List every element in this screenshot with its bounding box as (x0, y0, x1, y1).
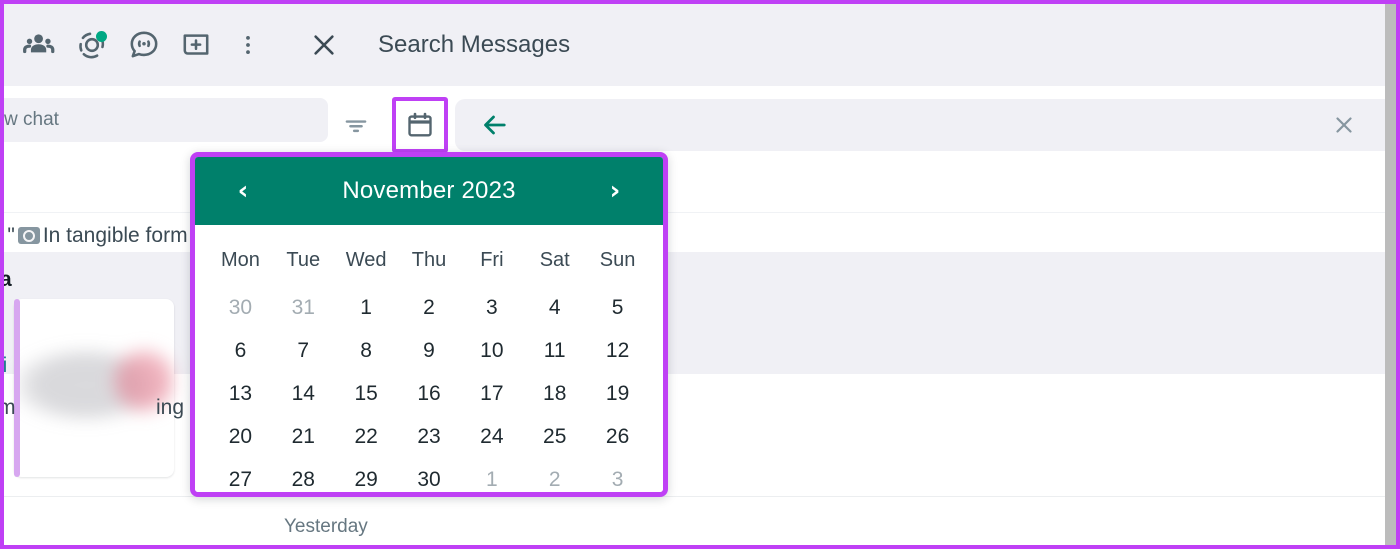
calendar-day-cell[interactable]: 21 (272, 415, 335, 458)
calendar-day-cell[interactable]: 28 (272, 458, 335, 497)
calendar-day-cell[interactable]: 23 (398, 415, 461, 458)
search-input-value: w chat (4, 109, 59, 131)
calendar-week-row: 303112345 (209, 286, 649, 329)
calendar-next-month-button[interactable]: › (595, 178, 635, 204)
calendar-day-cell[interactable]: 24 (460, 415, 523, 458)
calendar-day-cell[interactable]: 9 (398, 329, 461, 372)
calendar-week-row: 6789101112 (209, 329, 649, 372)
calendar-day-cell[interactable]: 6 (209, 329, 272, 372)
calendar-day-cell[interactable]: 30 (209, 286, 272, 329)
page-title: Search Messages (378, 31, 570, 59)
calendar-weekday-header: MonTueWedThuFriSatSun (209, 241, 649, 286)
calendar-day-cell[interactable]: 4 (523, 286, 586, 329)
calendar-day-cell[interactable]: 5 (586, 286, 649, 329)
calendar-day-cell[interactable]: 30 (398, 458, 461, 497)
calendar-day-cell[interactable]: 25 (523, 415, 586, 458)
calendar-day-cell[interactable]: 14 (272, 372, 335, 415)
calendar-day-cell[interactable]: 12 (586, 329, 649, 372)
calendar-day-cell[interactable]: 17 (460, 372, 523, 415)
result-text-fragment-li: li (4, 354, 7, 378)
calendar-day-cell[interactable]: 11 (523, 329, 586, 372)
back-arrow-icon (475, 105, 515, 145)
calendar-weekday-sat: Sat (523, 241, 586, 286)
calendar-weekday-fri: Fri (460, 241, 523, 286)
calendar-icon[interactable] (392, 97, 448, 153)
calendar-prev-month-button[interactable]: ‹ (223, 178, 263, 204)
status-rings-icon[interactable] (66, 19, 118, 71)
calendar-body: MonTueWedThuFriSatSun 303112345678910111… (195, 225, 663, 497)
calendar-weekday-tue: Tue (272, 241, 335, 286)
calendar-weekday-thu: Thu (398, 241, 461, 286)
new-chat-plus-icon[interactable] (170, 19, 222, 71)
calendar-day-cell[interactable]: 27 (209, 458, 272, 497)
calendar-day-cell[interactable]: 8 (335, 329, 398, 372)
search-input[interactable]: w chat (0, 98, 328, 142)
blurred-media-preview (16, 339, 176, 431)
calendar-weekday-mon: Mon (209, 241, 272, 286)
calendar-day-cell[interactable]: 18 (523, 372, 586, 415)
bubble-accent-bar (14, 299, 20, 477)
close-panel-icon[interactable] (298, 19, 350, 71)
result-text-fragment-ing: ing (156, 396, 184, 420)
calendar-day-cell[interactable]: 2 (398, 286, 461, 329)
calendar-day-cell[interactable]: 13 (209, 372, 272, 415)
camera-icon (18, 227, 40, 244)
calendar-day-cell[interactable]: 26 (586, 415, 649, 458)
calendar-date-picker[interactable]: ‹ November 2023 › MonTueWedThuFriSatSun … (190, 152, 668, 497)
calendar-day-cell[interactable]: 2 (523, 458, 586, 497)
calendar-month-title: November 2023 (342, 177, 515, 205)
channels-broadcast-icon[interactable] (118, 19, 170, 71)
calendar-day-cell[interactable]: 29 (335, 458, 398, 497)
message-bubble[interactable] (14, 299, 174, 477)
calendar-header: ‹ November 2023 › (195, 157, 663, 225)
calendar-day-cell[interactable]: 31 (272, 286, 335, 329)
calendar-day-cell[interactable]: 10 (460, 329, 523, 372)
back-button[interactable] (455, 99, 1400, 151)
calendar-day-cell[interactable]: 20 (209, 415, 272, 458)
calendar-day-cell[interactable]: 16 (398, 372, 461, 415)
result-text-fragment-m: m (4, 396, 16, 420)
calendar-weekday-sun: Sun (586, 241, 649, 286)
status-unread-dot (96, 31, 107, 42)
calendar-day-grid: 3031123456789101112131415161718192021222… (209, 286, 649, 497)
calendar-week-row: 13141516171819 (209, 372, 649, 415)
result-contact-initial: a (4, 268, 12, 292)
clear-search-button[interactable] (1322, 103, 1366, 147)
overflow-menu-icon[interactable] (222, 19, 274, 71)
calendar-day-cell[interactable]: 1 (460, 458, 523, 497)
calendar-day-cell[interactable]: 19 (586, 372, 649, 415)
date-divider-label: Yesterday (284, 516, 368, 538)
calendar-day-cell[interactable]: 7 (272, 329, 335, 372)
calendar-day-cell[interactable]: 3 (460, 286, 523, 329)
snippet-body: In tangible form (43, 224, 188, 247)
calendar-weekday-wed: Wed (335, 241, 398, 286)
app-root: Search Messages w chat (0, 0, 1400, 549)
calendar-day-cell[interactable]: 1 (335, 286, 398, 329)
scrollbar-thumb[interactable] (1385, 4, 1396, 545)
calendar-week-row: 27282930123 (209, 458, 649, 497)
snippet-prefix: o: " (4, 224, 15, 247)
calendar-day-cell[interactable]: 15 (335, 372, 398, 415)
top-toolbar: Search Messages (4, 4, 1396, 86)
calendar-week-row: 20212223242526 (209, 415, 649, 458)
calendar-day-cell[interactable]: 3 (586, 458, 649, 497)
community-people-icon[interactable] (14, 19, 66, 71)
result-snippet-text[interactable]: o: " In tangible form (4, 224, 188, 248)
filter-icon[interactable] (333, 104, 379, 148)
calendar-day-cell[interactable]: 22 (335, 415, 398, 458)
